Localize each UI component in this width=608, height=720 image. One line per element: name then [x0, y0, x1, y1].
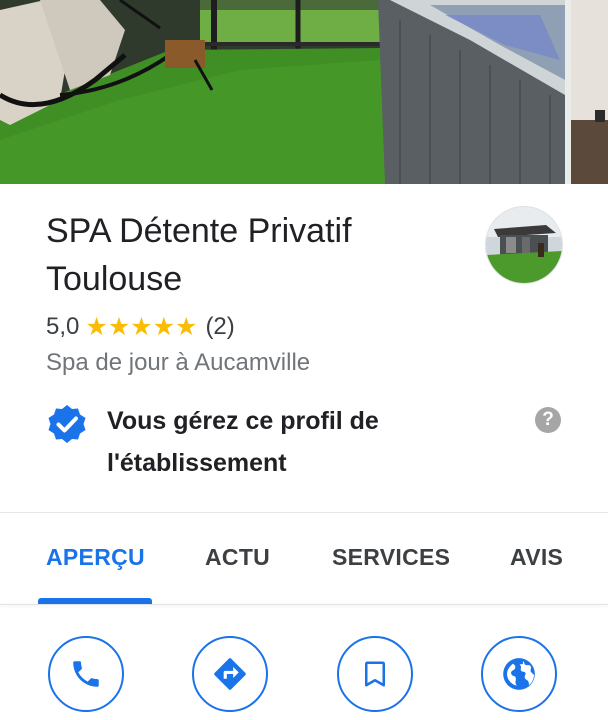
website-button[interactable]: [481, 636, 557, 712]
directions-button[interactable]: [192, 636, 268, 712]
tab-apercu[interactable]: APERÇU: [46, 544, 145, 571]
bookmark-icon: [365, 661, 385, 687]
globe-icon: [503, 658, 535, 690]
tab-actu[interactable]: ACTU: [205, 544, 270, 571]
tab-bar: APERÇU ACTU SERVICES AVIS: [0, 514, 608, 604]
divider: [0, 512, 608, 513]
review-count[interactable]: (2): [205, 313, 234, 341]
verified-badge-icon: [46, 403, 88, 445]
owner-verification-text[interactable]: Vous gérez ce profil de l'établissement: [107, 400, 487, 484]
hero-photo-spa-room[interactable]: [0, 0, 565, 184]
secondary-photo[interactable]: [571, 0, 608, 184]
rating-value: 5,0: [46, 313, 80, 340]
rating-row[interactable]: 5,0 ★★★★★ (2): [46, 311, 235, 343]
business-logo-avatar[interactable]: [486, 207, 562, 283]
directions-icon: [214, 658, 246, 690]
photo-carousel[interactable]: [0, 0, 608, 184]
tab-services[interactable]: SERVICES: [332, 544, 450, 571]
phone-icon: [73, 661, 99, 687]
place-name: SPA Détente Privatif Toulouse: [46, 212, 352, 298]
help-icon[interactable]: ?: [535, 407, 561, 433]
star-rating-icon: ★★★★★: [85, 313, 198, 341]
place-category: Spa de jour à Aucamville: [46, 349, 311, 376]
tab-bar-shadow: [0, 604, 608, 605]
place-profile-page: SPA Détente Privatif Toulouse 5,0 ★★★★★ …: [0, 0, 608, 720]
tab-avis[interactable]: AVIS: [510, 544, 563, 571]
call-button[interactable]: [48, 636, 124, 712]
save-button[interactable]: [337, 636, 413, 712]
